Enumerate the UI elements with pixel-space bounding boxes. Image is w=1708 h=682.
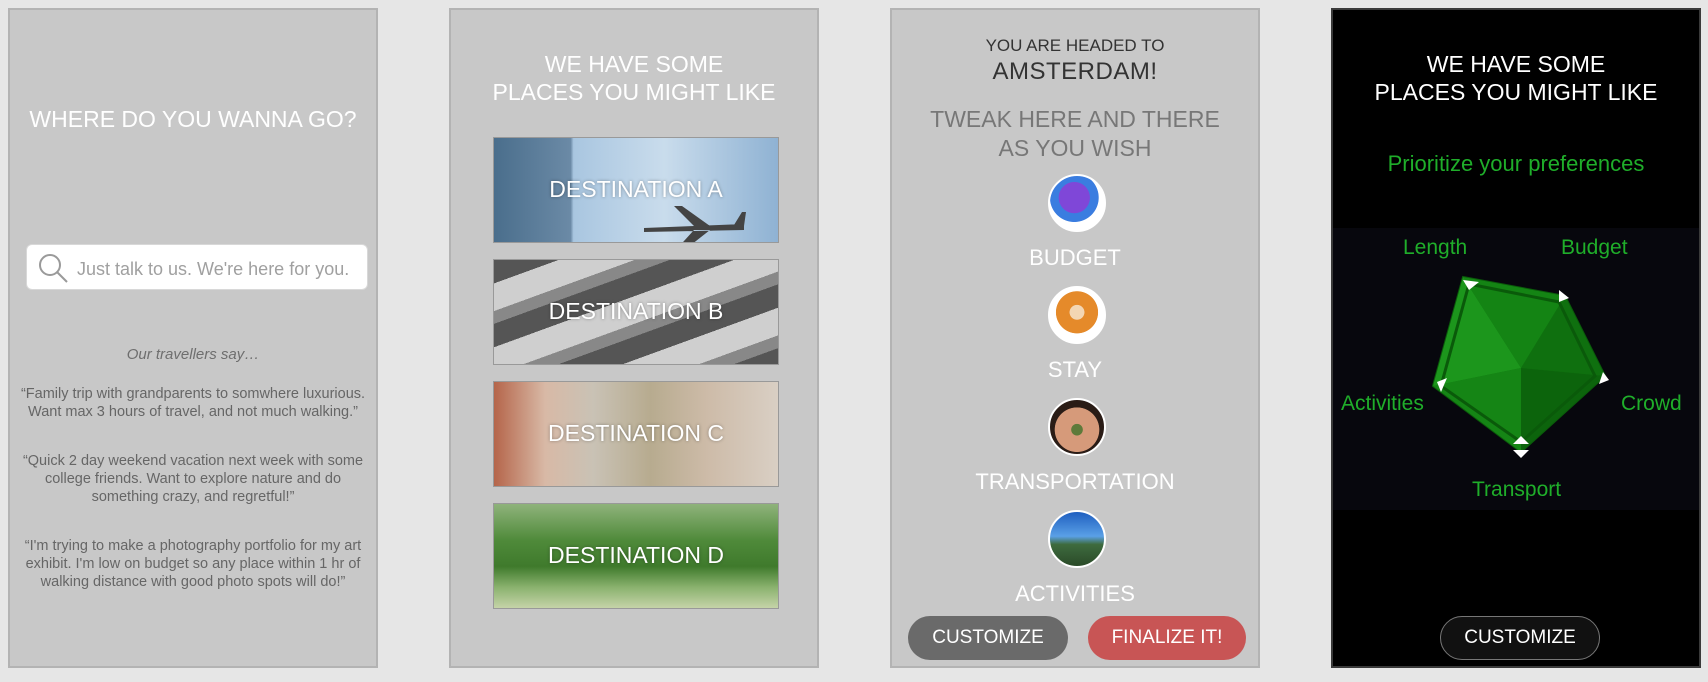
tweak-line2: AS YOU WISH — [998, 135, 1152, 161]
search-placeholder: Just talk to us. We're here for you. — [77, 259, 350, 279]
stay-character-icon[interactable] — [1048, 286, 1106, 344]
destination-label: DESTINATION D — [548, 542, 724, 568]
itinerary-screen: YOU ARE HEADED TO AMSTERDAM! TWEAK HERE … — [890, 8, 1260, 668]
destination-label: DESTINATION C — [548, 420, 724, 446]
transportation-turtle-icon[interactable] — [1048, 398, 1106, 456]
tweak-line1: TWEAK HERE AND THERE — [930, 106, 1220, 132]
customize-button[interactable]: CUSTOMIZE — [908, 616, 1068, 660]
axis-label-budget: Budget — [1561, 236, 1628, 259]
testimonial-quote: “Family trip with grandparents to somwhe… — [20, 386, 366, 420]
preference-radar[interactable] — [1333, 228, 1699, 510]
search-input[interactable]: Just talk to us. We're here for you. — [26, 244, 368, 290]
testimonial-quote: “I'm trying to make a photography portfo… — [24, 538, 362, 590]
search-screen: WHERE DO YOU WANNA GO? Just talk to us. … — [8, 8, 378, 668]
category-stay[interactable]: STAY — [892, 357, 1258, 383]
category-budget[interactable]: BUDGET — [892, 245, 1258, 271]
axis-label-transport: Transport — [1472, 478, 1562, 501]
page-title-line1: WE HAVE SOME — [1426, 51, 1606, 77]
airplane-icon — [644, 206, 746, 242]
search-icon — [39, 254, 68, 283]
destination-city: AMSTERDAM! — [992, 58, 1158, 85]
destination-card-b[interactable]: DESTINATION B — [493, 259, 779, 365]
budget-tree-icon[interactable] — [1048, 174, 1106, 232]
axis-label-length: Length — [1403, 236, 1468, 259]
destination-label: DESTINATION B — [548, 298, 724, 324]
page-title-line1: WE HAVE SOME — [544, 51, 724, 77]
destination-card-a[interactable]: DESTINATION A — [493, 137, 779, 243]
axis-label-crowd: Crowd — [1621, 392, 1682, 415]
headed-to-label: YOU ARE HEADED TO — [985, 36, 1165, 55]
page-title: WHERE DO YOU WANNA GO? — [29, 106, 357, 132]
testimonial-quote: “Quick 2 day weekend vacation next week … — [22, 453, 364, 505]
category-transportation[interactable]: TRANSPORTATION — [892, 469, 1258, 495]
page-title-line2: PLACES YOU MIGHT LIKE — [1374, 79, 1658, 105]
activities-landscape-icon[interactable] — [1048, 510, 1106, 568]
destination-label: DESTINATION A — [549, 176, 723, 202]
destinations-screen: WE HAVE SOME PLACES YOU MIGHT LIKE DESTI… — [449, 8, 819, 668]
destination-card-d[interactable]: DESTINATION D — [493, 503, 779, 609]
prioritize-heading: Prioritize your preferences — [1387, 151, 1645, 176]
finalize-button[interactable]: FINALIZE IT! — [1088, 616, 1246, 660]
radar-pentagon[interactable] — [1333, 228, 1699, 510]
axis-label-activities: Activities — [1341, 392, 1424, 415]
preferences-screen: WE HAVE SOME PLACES YOU MIGHT LIKE Prior… — [1331, 8, 1701, 668]
customize-button[interactable]: CUSTOMIZE — [1440, 616, 1600, 660]
travellers-say-heading: Our travellers say… — [126, 346, 260, 363]
destination-card-c[interactable]: DESTINATION C — [493, 381, 779, 487]
page-title-line2: PLACES YOU MIGHT LIKE — [492, 79, 776, 105]
category-activities[interactable]: ACTIVITIES — [892, 581, 1258, 607]
